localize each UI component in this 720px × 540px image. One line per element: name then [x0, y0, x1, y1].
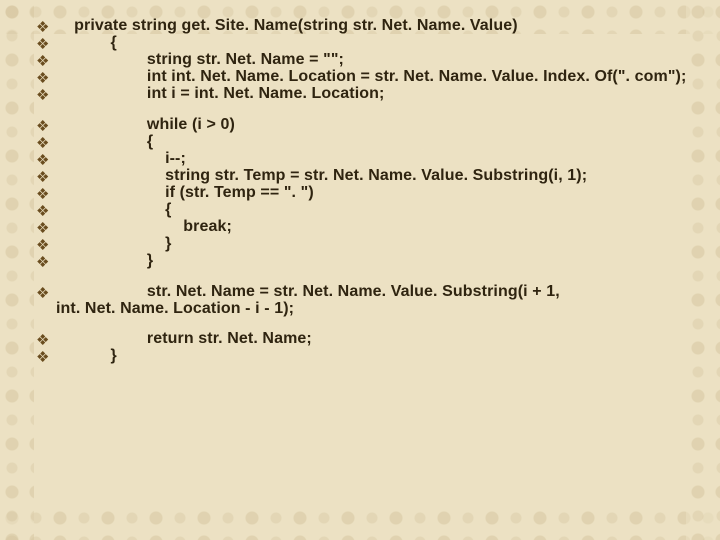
code-line: ❖ }	[36, 253, 684, 270]
code-text: while (i > 0)	[56, 117, 684, 133]
code-line: ❖ str. Net. Name = str. Net. Name. Value…	[36, 284, 684, 301]
decorative-border-left	[0, 0, 34, 540]
code-line: ❖ return str. Net. Name;	[36, 331, 684, 348]
diamond-bullet-icon: ❖	[36, 151, 56, 168]
code-text: string str. Net. Name = "";	[56, 52, 684, 68]
code-line: ❖ private string get. Site. Name(string …	[36, 18, 684, 35]
paragraph-gap	[36, 103, 684, 117]
code-text: if (str. Temp == ". ")	[56, 185, 684, 201]
code-line: ❖ if (str. Temp == ". ")	[36, 185, 684, 202]
diamond-bullet-icon: ❖	[36, 236, 56, 253]
code-text: {	[56, 35, 684, 51]
diamond-bullet-icon: ❖	[36, 52, 56, 69]
code-line: ❖ i--;	[36, 151, 684, 168]
code-line: ❖ }	[36, 348, 684, 365]
code-text: }	[56, 236, 684, 252]
diamond-bullet-icon: ❖	[36, 168, 56, 185]
code-line: ❖ break;	[36, 219, 684, 236]
diamond-bullet-icon: ❖	[36, 86, 56, 103]
diamond-bullet-icon: ❖	[36, 35, 56, 52]
diamond-bullet-icon: ❖	[36, 331, 56, 348]
diamond-bullet-icon: ❖	[36, 253, 56, 270]
diamond-bullet-icon: ❖	[36, 219, 56, 236]
code-text: int. Net. Name. Location - i - 1);	[56, 301, 684, 317]
diamond-bullet-icon: ❖	[36, 284, 56, 301]
code-line: ❖ int i = int. Net. Name. Location;	[36, 86, 684, 103]
diamond-bullet-icon: ❖	[36, 185, 56, 202]
code-line: int. Net. Name. Location - i - 1);	[36, 301, 684, 317]
diamond-bullet-icon: ❖	[36, 117, 56, 134]
code-text: break;	[56, 219, 684, 235]
diamond-bullet-icon: ❖	[36, 202, 56, 219]
paragraph-gap	[36, 270, 684, 284]
code-text: {	[56, 202, 684, 218]
code-line: ❖ {	[36, 35, 684, 52]
code-text: }	[56, 253, 684, 269]
code-line: ❖ {	[36, 202, 684, 219]
code-line: ❖ }	[36, 236, 684, 253]
code-line: ❖ while (i > 0)	[36, 117, 684, 134]
code-line: ❖ {	[36, 134, 684, 151]
code-line: ❖ int int. Net. Name. Location = str. Ne…	[36, 69, 684, 86]
diamond-bullet-icon	[36, 301, 56, 303]
code-line: ❖ string str. Temp = str. Net. Name. Val…	[36, 168, 684, 185]
paragraph-gap	[36, 317, 684, 331]
decorative-border-right	[686, 0, 720, 540]
code-text: int i = int. Net. Name. Location;	[56, 86, 684, 102]
diamond-bullet-icon: ❖	[36, 69, 56, 86]
code-text: int int. Net. Name. Location = str. Net.…	[56, 69, 686, 85]
diamond-bullet-icon: ❖	[36, 18, 56, 35]
code-text: return str. Net. Name;	[56, 331, 684, 347]
code-text: i--;	[56, 151, 684, 167]
code-text: }	[56, 348, 684, 364]
code-text: str. Net. Name = str. Net. Name. Value. …	[56, 284, 684, 300]
code-text: private string get. Site. Name(string st…	[56, 18, 684, 34]
code-text: string str. Temp = str. Net. Name. Value…	[56, 168, 684, 184]
diamond-bullet-icon: ❖	[36, 134, 56, 151]
slide-content: ❖ private string get. Site. Name(string …	[36, 18, 684, 522]
diamond-bullet-icon: ❖	[36, 348, 56, 365]
code-text: {	[56, 134, 684, 150]
code-line: ❖ string str. Net. Name = "";	[36, 52, 684, 69]
